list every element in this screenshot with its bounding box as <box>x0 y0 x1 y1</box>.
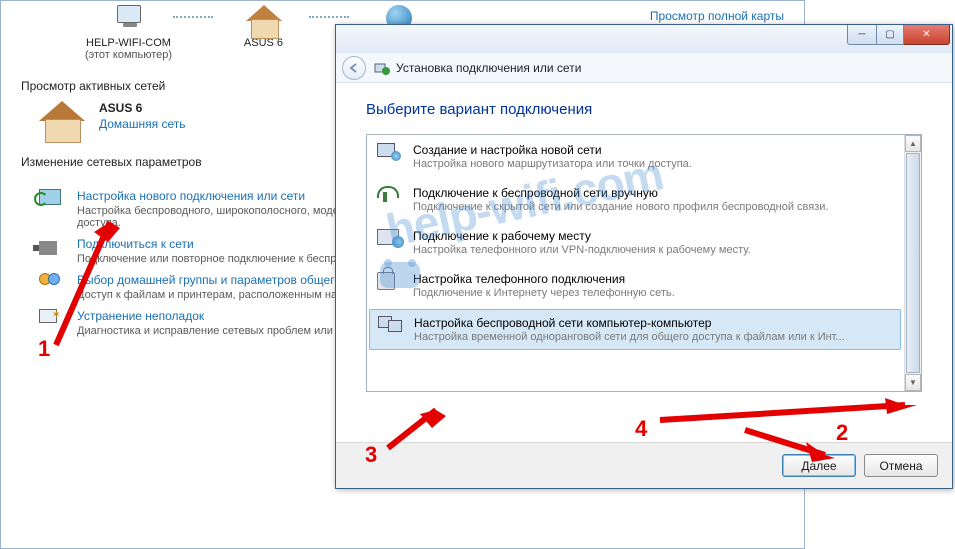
option-title: Настройка беспроводной сети компьютер-ко… <box>414 316 845 330</box>
wizard-dialog: ─ ▢ ✕ Установка подключения или сети Выб… <box>335 24 953 489</box>
option-dialup[interactable]: Настройка телефонного подключения Подклю… <box>367 264 903 307</box>
network-name: ASUS 6 <box>99 101 185 115</box>
arrow-left-icon <box>348 62 360 74</box>
option-desc: Подключение к скрытой сети или создание … <box>413 200 828 213</box>
house-icon <box>39 101 85 121</box>
scroll-up-button[interactable]: ▲ <box>905 135 921 152</box>
option-title: Создание и настройка новой сети <box>413 143 692 157</box>
troubleshoot-icon <box>39 309 57 323</box>
map-item-sublabel: (этот компьютер) <box>61 49 196 61</box>
computer-icon <box>117 5 141 23</box>
new-network-icon <box>377 143 401 161</box>
scroll-down-button[interactable]: ▼ <box>905 374 921 391</box>
setup-icon <box>39 189 61 205</box>
option-adhoc[interactable]: Настройка беспроводной сети компьютер-ко… <box>369 309 901 350</box>
option-title: Подключение к беспроводной сети вручную <box>413 186 828 200</box>
option-desc: Настройка нового маршрутизатора или точк… <box>413 157 692 170</box>
back-button[interactable] <box>342 56 366 80</box>
wizard-heading: Выберите вариант подключения <box>366 101 922 134</box>
connect-icon <box>39 241 57 255</box>
house-icon <box>246 5 282 21</box>
option-create-network[interactable]: Создание и настройка новой сети Настройк… <box>367 135 903 178</box>
wireless-icon <box>377 186 397 202</box>
scrollbar[interactable]: ▲ ▼ <box>904 135 921 391</box>
option-title: Настройка телефонного подключения <box>413 272 675 286</box>
workplace-icon <box>377 229 399 245</box>
option-workplace[interactable]: Подключение к рабочему месту Настройка т… <box>367 221 903 264</box>
map-this-pc[interactable]: HELP-WIFI-COM (этот компьютер) <box>61 5 196 61</box>
map-router[interactable]: ASUS 6 <box>196 5 331 49</box>
option-desc: Настройка телефонного или VPN-подключени… <box>413 243 751 256</box>
option-manual-wireless[interactable]: Подключение к беспроводной сети вручную … <box>367 178 903 221</box>
wizard-titlebar[interactable]: ─ ▢ ✕ <box>336 25 952 53</box>
wizard-nav: Установка подключения или сети <box>336 53 952 83</box>
wizard-icon <box>374 61 390 75</box>
scroll-thumb[interactable] <box>906 153 920 373</box>
minimize-button[interactable]: ─ <box>847 25 877 45</box>
adhoc-icon <box>378 316 402 332</box>
map-item-label: HELP-WIFI-COM <box>61 37 196 49</box>
option-desc: Подключение к Интернету через телефонную… <box>413 286 675 299</box>
connection-options-list: Создание и настройка новой сети Настройк… <box>366 134 922 392</box>
next-button[interactable]: Далее <box>782 454 856 477</box>
homegroup-icon <box>39 273 67 285</box>
dialup-icon <box>377 272 395 290</box>
network-type-link[interactable]: Домашняя сеть <box>99 115 185 131</box>
full-map-link[interactable]: Просмотр полной карты <box>650 9 784 23</box>
close-button[interactable]: ✕ <box>904 25 950 45</box>
wizard-button-row: Далее Отмена <box>336 442 952 488</box>
maximize-button[interactable]: ▢ <box>877 25 904 45</box>
map-connector <box>309 16 349 18</box>
wizard-crumb: Установка подключения или сети <box>396 61 581 75</box>
option-desc: Настройка временной одноранговой сети дл… <box>414 330 845 343</box>
map-connector <box>173 16 213 18</box>
cancel-button[interactable]: Отмена <box>864 454 938 477</box>
option-title: Подключение к рабочему месту <box>413 229 751 243</box>
